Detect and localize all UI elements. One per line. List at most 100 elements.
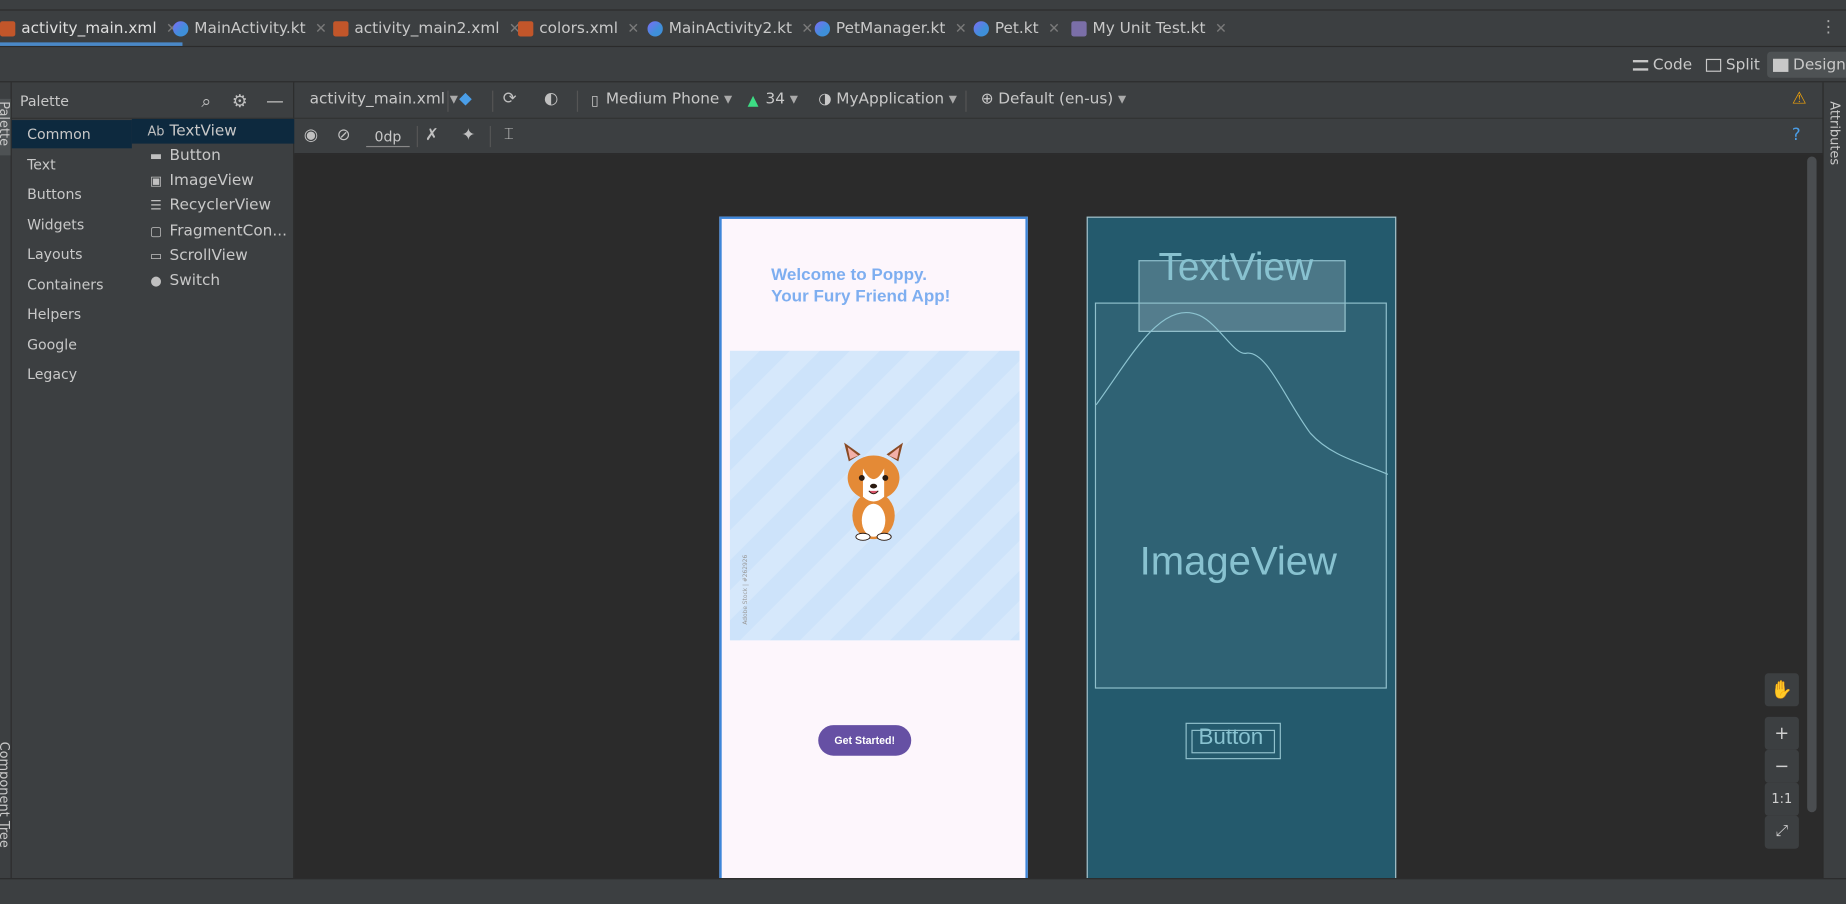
- fit-screen-icon[interactable]: ⤢: [1764, 815, 1799, 849]
- left-tool-strip: Palette Component Tree: [0, 82, 12, 879]
- corgi-imageview[interactable]: Adobe Stock | #262926: [729, 350, 1020, 641]
- api-level-label: 34: [765, 90, 786, 109]
- switch-icon: ●: [150, 273, 162, 289]
- tab-label: PetManager.kt: [835, 19, 946, 38]
- palette-side-label[interactable]: Palette: [0, 101, 12, 146]
- default-margin-field[interactable]: 0dp: [366, 126, 410, 148]
- category-buttons[interactable]: Buttons: [12, 180, 132, 208]
- close-icon[interactable]: ✕: [955, 20, 967, 36]
- category-helpers[interactable]: Helpers: [12, 300, 132, 328]
- api-level-dropdown[interactable]: ▲ 34 ▼: [748, 91, 798, 109]
- blueprint-image-outline: [1096, 312, 1389, 475]
- tab-label: activity_main.xml: [21, 19, 157, 38]
- widget-label: Button: [169, 147, 221, 165]
- design-canvas[interactable]: Welcome to Poppy. Your Fury Friend App!: [294, 154, 1823, 879]
- theme-dropdown[interactable]: ◑ MyApplication ▼: [818, 91, 957, 109]
- orientation-icon[interactable]: ⟳: [503, 89, 517, 108]
- widget-recyclerview[interactable]: ☰ RecyclerView: [132, 193, 294, 218]
- android-studio-window: activity_main.xml ✕ MainActivity.kt ✕ ac…: [0, 0, 1846, 904]
- widget-button[interactable]: ▬ Button: [132, 144, 294, 169]
- guidelines-icon[interactable]: ⌶: [504, 125, 514, 144]
- close-icon[interactable]: ✕: [1215, 20, 1227, 36]
- layers-icon[interactable]: ◆: [459, 89, 472, 108]
- zoom-in-button[interactable]: +: [1764, 716, 1799, 750]
- close-icon[interactable]: ✕: [801, 20, 813, 36]
- scroll-icon: ▭: [149, 248, 163, 264]
- widget-switch[interactable]: ● Switch: [132, 268, 294, 293]
- device-dropdown[interactable]: ▯ Medium Phone ▼: [591, 91, 732, 109]
- file-dropdown[interactable]: activity_main.xml ▼: [310, 91, 458, 109]
- widget-label: FragmentCon...: [169, 222, 287, 241]
- category-legacy[interactable]: Legacy: [12, 360, 132, 388]
- chevron-down-icon: ▼: [1117, 93, 1127, 106]
- attributes-side-label[interactable]: Attributes: [1827, 101, 1842, 165]
- kotlin-file-icon: [647, 20, 663, 36]
- help-icon[interactable]: ?: [1792, 126, 1801, 145]
- widget-scrollview[interactable]: ▭ ScrollView: [132, 244, 294, 269]
- code-view-label: Code: [1652, 55, 1693, 74]
- gear-icon[interactable]: ⚙: [232, 91, 248, 112]
- divider: [489, 125, 491, 148]
- file-dropdown-label: activity_main.xml: [309, 90, 446, 109]
- close-icon[interactable]: ✕: [627, 20, 639, 36]
- category-google[interactable]: Google: [12, 331, 132, 359]
- tab-label: activity_main2.xml: [354, 19, 500, 38]
- widget-fragmentcontainer[interactable]: ▢ FragmentCon...: [132, 219, 294, 244]
- widget-label: ImageView: [169, 171, 254, 190]
- minimize-icon[interactable]: —: [266, 91, 284, 112]
- chevron-down-icon: ▼: [948, 93, 957, 106]
- split-view-button[interactable]: Split: [1700, 52, 1766, 78]
- divider: [447, 90, 449, 112]
- split-view-icon: [1705, 58, 1722, 72]
- welcome-textview[interactable]: Welcome to Poppy. Your Fury Friend App!: [771, 265, 1006, 307]
- divider: [416, 125, 418, 148]
- blueprint-button[interactable]: Button: [1185, 722, 1281, 760]
- category-text[interactable]: Text: [12, 151, 132, 179]
- vertical-scrollbar[interactable]: [1807, 156, 1817, 813]
- close-icon[interactable]: ✕: [315, 20, 327, 36]
- zoom-out-button[interactable]: −: [1764, 749, 1799, 783]
- tab-label: Pet.kt: [994, 19, 1039, 38]
- clear-constraints-icon[interactable]: ✗: [425, 126, 439, 145]
- night-mode-icon[interactable]: ◐: [544, 89, 558, 108]
- eye-icon[interactable]: ◉: [304, 126, 318, 145]
- locale-dropdown[interactable]: ⊕ Default (en-us) ▼: [981, 91, 1126, 109]
- category-common[interactable]: Common: [11, 120, 132, 149]
- close-icon[interactable]: ✕: [1048, 20, 1060, 36]
- chevron-down-icon: ▼: [449, 93, 458, 106]
- widget-label: Switch: [169, 271, 221, 290]
- pan-hand-icon[interactable]: ✋: [1764, 673, 1799, 707]
- design-preview[interactable]: Welcome to Poppy. Your Fury Friend App!: [719, 216, 1028, 879]
- category-widgets[interactable]: Widgets: [12, 211, 132, 239]
- tab-pet-kt[interactable]: Pet.kt ✕: [973, 11, 1060, 46]
- tab-activity-main2-xml[interactable]: activity_main2.xml ✕: [333, 11, 521, 46]
- locale-label: Default (en-us): [998, 90, 1114, 109]
- tab-my-unit-test-kt[interactable]: My Unit Test.kt ✕: [1071, 11, 1227, 46]
- design-view-icon: [1773, 58, 1789, 72]
- widget-imageview[interactable]: ▣ ImageView: [132, 168, 294, 193]
- palette-title: Palette: [20, 92, 69, 110]
- magic-wand-icon[interactable]: ✦: [462, 126, 476, 145]
- warning-icon[interactable]: ⚠: [1792, 89, 1807, 108]
- component-tree-side-label[interactable]: Component Tree: [0, 742, 12, 848]
- get-started-button[interactable]: Get Started!: [818, 725, 912, 756]
- category-layouts[interactable]: Layouts: [12, 240, 132, 268]
- tab-mainactivity-kt[interactable]: MainActivity.kt ✕: [173, 11, 327, 46]
- tab-petmanager-kt[interactable]: PetManager.kt ✕: [814, 11, 967, 46]
- divider: [965, 90, 967, 112]
- split-view-label: Split: [1725, 55, 1760, 74]
- widget-label: ScrollView: [169, 247, 248, 265]
- tab-colors-xml[interactable]: colors.xml ✕: [518, 11, 639, 46]
- more-tabs-icon[interactable]: ⋮: [1820, 18, 1836, 37]
- code-view-button[interactable]: Code: [1627, 52, 1698, 78]
- blueprint-imageview[interactable]: ImageView: [1094, 302, 1389, 689]
- actual-size-button[interactable]: 1:1: [1764, 782, 1799, 816]
- tab-activity-main-xml[interactable]: activity_main.xml ✕: [0, 11, 183, 46]
- widget-textview[interactable]: Ab TextView: [131, 118, 295, 144]
- tab-mainactivity2-kt[interactable]: MainActivity2.kt ✕: [647, 11, 813, 46]
- design-view-button[interactable]: Design: [1767, 51, 1846, 78]
- autoconnect-off-icon[interactable]: ⊘: [337, 126, 351, 145]
- category-containers[interactable]: Containers: [12, 271, 132, 299]
- search-icon[interactable]: ⌕: [201, 91, 211, 112]
- blueprint-preview[interactable]: TextView ImageView Button: [1086, 216, 1397, 879]
